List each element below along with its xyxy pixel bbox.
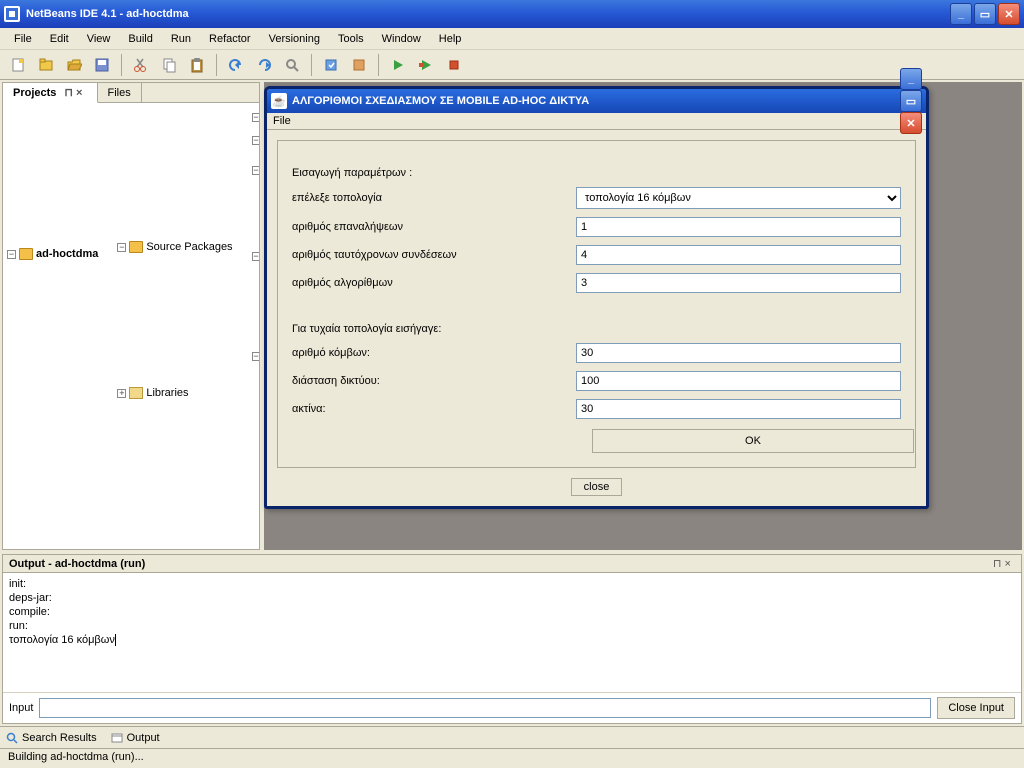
section1-label: Εισαγωγή παραμέτρων : [292, 167, 901, 179]
close-button[interactable]: ✕ [998, 3, 1020, 25]
output-panel: Output - ad-hoctdma (run) ⊓ × init: deps-… [2, 554, 1022, 724]
menu-help[interactable]: Help [431, 31, 470, 47]
status-bar: Building ad-hoctdma (run)... [0, 748, 1024, 768]
menu-window[interactable]: Window [374, 31, 429, 47]
output-controls[interactable]: ⊓ × [989, 557, 1015, 570]
iterations-input[interactable] [576, 217, 901, 237]
debug-icon[interactable] [414, 53, 438, 77]
new-project-icon[interactable] [34, 53, 58, 77]
topology-select[interactable]: τοπολογία 16 κόμβων [576, 187, 901, 209]
run-icon[interactable] [386, 53, 410, 77]
window-titlebar: NetBeans IDE 4.1 - ad-hoctdma _ ▭ ✕ [0, 0, 1024, 28]
nodes-input[interactable] [576, 343, 901, 363]
radius-label: ακτίνα: [292, 403, 572, 415]
attach-icon[interactable] [442, 53, 466, 77]
project-tree[interactable]: −ad-hoctdma −Source Packages −adhoctdma … [3, 103, 259, 549]
output-tab[interactable]: Output [111, 732, 160, 744]
java-icon: ☕ [271, 93, 287, 109]
output-input[interactable] [39, 698, 931, 718]
dialog-titlebar[interactable]: ☕ ΑΛΓΟΡΙΘΜΟΙ ΣΧΕΔΙΑΣΜΟΥ ΣΕ MOBILE AD-HOC… [267, 89, 926, 113]
cut-icon[interactable] [129, 53, 153, 77]
output-title: Output - ad-hoctdma (run) [9, 558, 145, 570]
window-title: NetBeans IDE 4.1 - ad-hoctdma [26, 8, 189, 20]
iterations-label: αριθμός επαναλήψεων [292, 221, 572, 233]
output-body[interactable]: init: deps-jar: compile: run: τοπολογία … [3, 573, 1021, 692]
dialog-minimize-button[interactable]: _ [900, 68, 922, 90]
maximize-button[interactable]: ▭ [974, 3, 996, 25]
tab-projects[interactable]: Projects⊓ × [3, 83, 98, 103]
editor-area: ☕ ΑΛΓΟΡΙΘΜΟΙ ΣΧΕΔΙΑΣΜΟΥ ΣΕ MOBILE AD-HOC… [264, 82, 1022, 550]
topology-label: επέλεξε τοπολογία [292, 192, 572, 204]
menu-tools[interactable]: Tools [330, 31, 372, 47]
radius-input[interactable] [576, 399, 901, 419]
ok-button[interactable]: OK [592, 429, 914, 453]
undo-icon[interactable] [224, 53, 248, 77]
dialog-close-button[interactable]: ✕ [900, 112, 922, 134]
clean-build-icon[interactable] [347, 53, 371, 77]
output-icon [111, 732, 123, 744]
menu-versioning[interactable]: Versioning [261, 31, 328, 47]
section2-label: Για τυχαία τοπολογία εισήγαγε: [292, 323, 901, 335]
minimize-button[interactable]: _ [950, 3, 972, 25]
dialog-menu-file[interactable]: File [267, 113, 926, 130]
pin-icon[interactable]: ⊓ × [60, 86, 86, 99]
menu-bar: File Edit View Build Run Refactor Versio… [0, 28, 1024, 50]
connections-label: αριθμός ταυτόχρονων συνδέσεων [292, 249, 572, 261]
bottom-tabs: Search Results Output [0, 726, 1024, 748]
dialog-maximize-button[interactable]: ▭ [900, 90, 922, 112]
menu-run[interactable]: Run [163, 31, 199, 47]
algorithms-label: αριθμός αλγορίθμων [292, 277, 572, 289]
paste-icon[interactable] [185, 53, 209, 77]
dimension-label: διάσταση δικτύου: [292, 375, 572, 387]
projects-panel: Projects⊓ × Files −ad-hoctdma −Source Pa… [2, 82, 260, 550]
tab-files[interactable]: Files [98, 83, 142, 102]
menu-edit[interactable]: Edit [42, 31, 77, 47]
save-icon[interactable] [90, 53, 114, 77]
algorithm-dialog: ☕ ΑΛΓΟΡΙΘΜΟΙ ΣΧΕΔΙΑΣΜΟΥ ΣΕ MOBILE AD-HOC… [264, 86, 929, 509]
menu-refactor[interactable]: Refactor [201, 31, 259, 47]
menu-file[interactable]: File [6, 31, 40, 47]
build-icon[interactable] [319, 53, 343, 77]
search-results-tab[interactable]: Search Results [6, 732, 97, 744]
algorithms-input[interactable] [576, 273, 901, 293]
nodes-label: αριθμό κόμβων: [292, 347, 572, 359]
close-dialog-button[interactable]: close [571, 478, 623, 496]
find-icon[interactable] [280, 53, 304, 77]
input-label: Input [9, 702, 33, 714]
copy-icon[interactable] [157, 53, 181, 77]
menu-build[interactable]: Build [120, 31, 160, 47]
connections-input[interactable] [576, 245, 901, 265]
close-input-button[interactable]: Close Input [937, 697, 1015, 719]
search-icon [6, 732, 18, 744]
dialog-title: ΑΛΓΟΡΙΘΜΟΙ ΣΧΕΔΙΑΣΜΟΥ ΣΕ MOBILE AD-HOC Δ… [292, 95, 589, 107]
menu-view[interactable]: View [79, 31, 119, 47]
netbeans-icon [4, 6, 20, 22]
redo-icon[interactable] [252, 53, 276, 77]
new-file-icon[interactable] [6, 53, 30, 77]
toolbar [0, 50, 1024, 80]
dimension-input[interactable] [576, 371, 901, 391]
open-icon[interactable] [62, 53, 86, 77]
